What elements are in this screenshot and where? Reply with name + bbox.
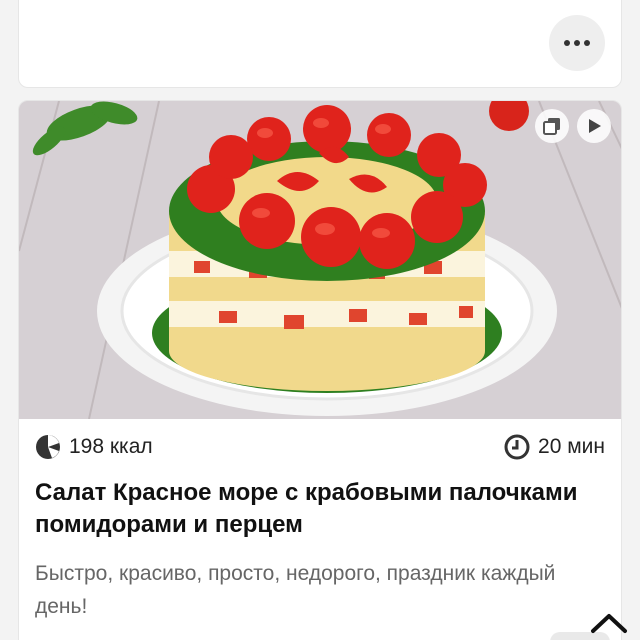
chevron-up-icon [591,614,627,633]
calories-info: 198 ккал [35,434,153,460]
salad-photo[interactable] [19,101,621,419]
more-options-button[interactable] [549,15,605,71]
gallery-icon [543,118,560,135]
pie-chart-icon [35,434,61,460]
recipe-card[interactable]: 198 ккал 20 мин Салат Красное море с кра… [18,100,622,640]
time-text: 20 мин [538,435,605,458]
clock-icon [504,434,530,460]
recipe-feed: 198 ккал 20 мин Салат Красное море с кра… [0,0,640,640]
recipe-title[interactable]: Салат Красное море с крабовыми палочками… [35,477,605,541]
recipe-meta: 198 ккал 20 мин [19,431,621,463]
media-badges [535,109,611,143]
play-icon [589,119,601,133]
calories-text: 198 ккал [69,435,153,458]
gallery-button[interactable] [535,109,569,143]
previous-recipe-card[interactable] [18,0,622,88]
more-horizontal-icon [564,40,590,46]
time-info: 20 мин [504,434,605,460]
play-video-button[interactable] [577,109,611,143]
scroll-up-button[interactable] [586,606,632,640]
recipe-description: Быстро, красиво, просто, недорого, празд… [35,562,556,618]
salad-illustration [19,101,621,419]
